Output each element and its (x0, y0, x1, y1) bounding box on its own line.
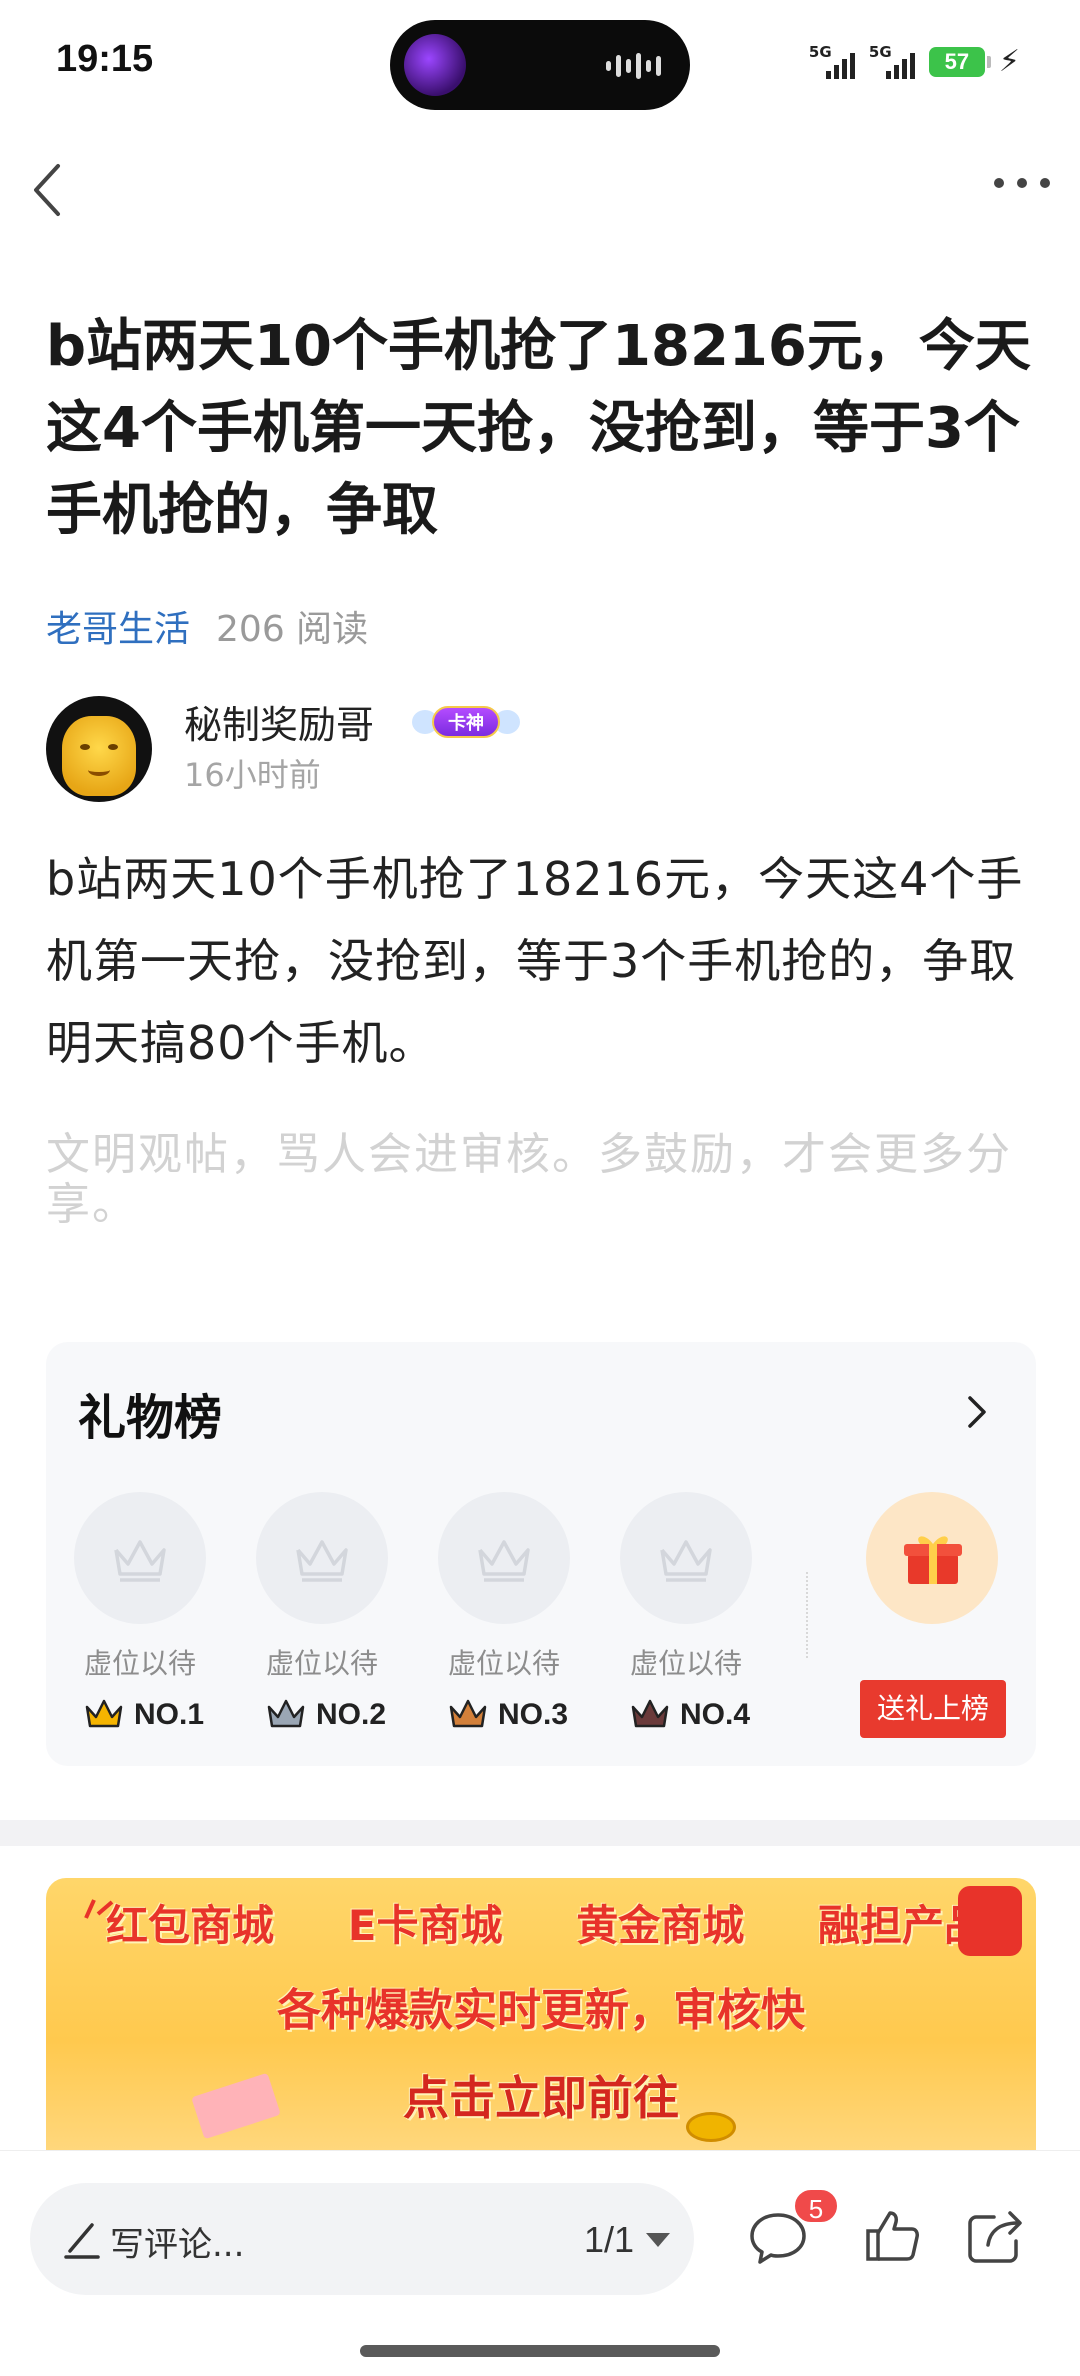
article-meta: 老哥生活 206 阅读 (46, 600, 368, 652)
gift-box-icon (904, 1536, 962, 1584)
gift-slot[interactable]: 虚位以待 (438, 1492, 570, 1682)
status-time: 19:15 (56, 38, 154, 80)
bottom-action-bar: 写评论... 1/1 5 (0, 2150, 1080, 2376)
banner-cta[interactable]: 点击立即前往 (46, 2062, 1036, 2128)
share-icon[interactable] (964, 2207, 1028, 2267)
civility-notice: 文明观帖，骂人会进审核。多鼓励，才会更多分享。 (46, 1129, 1012, 1230)
status-bar: 19:15 5G 5G 57 ⚡ (0, 0, 1080, 130)
article-title: b站两天10个手机抢了18216元，今天这4个手机第一天抢，没抢到，等于3个手机… (46, 314, 1031, 543)
more-options-icon[interactable] (994, 178, 1050, 198)
comment-input[interactable]: 写评论... 1/1 (30, 2183, 694, 2295)
island-app-icon (404, 34, 466, 96)
silver-crown-icon (267, 1699, 305, 1728)
system-icons: 5G 5G 57 ⚡ (809, 43, 1020, 80)
chevron-right-icon[interactable] (962, 1392, 992, 1432)
gift-slot[interactable]: 虚位以待 (74, 1492, 206, 1682)
mascot-icon (958, 1886, 1022, 1956)
rank-4: NO.4 (630, 1698, 750, 1732)
crown-icon (114, 1540, 166, 1582)
crown-icon (660, 1540, 712, 1582)
rank-2: NO.2 (266, 1698, 386, 1732)
comment-count-badge: 5 (792, 2187, 840, 2225)
gift-board-title: 礼物榜 (78, 1390, 223, 1446)
article-body: b站两天10个手机抢了18216元，今天这4个手机第一天抢，没抢到，等于3个手机… (46, 852, 1024, 1070)
send-gift-button[interactable]: 送礼上榜 (860, 1680, 1006, 1738)
banner-category: E卡商城 (347, 1901, 503, 1950)
charging-icon: ⚡ (998, 44, 1020, 79)
gold-crown-icon (85, 1699, 123, 1728)
chevron-down-icon (646, 2233, 670, 2247)
gift-slot[interactable]: 虚位以待 (620, 1492, 752, 1682)
crown-icon (478, 1540, 530, 1582)
read-count: 206 阅读 (216, 609, 369, 650)
home-indicator[interactable] (360, 2345, 720, 2357)
rank-label: NO.2 (316, 1698, 387, 1731)
slot-label: 虚位以待 (447, 1647, 560, 1680)
dynamic-island[interactable] (390, 20, 690, 110)
page-indicator: 1/1 (583, 2219, 634, 2260)
battery-icon: 57 (928, 46, 991, 77)
banner-category: 黄金商城 (576, 1901, 745, 1950)
pen-icon (64, 2223, 100, 2259)
audio-wave-icon (606, 52, 662, 80)
post-time: 16小时前 (184, 756, 321, 794)
section-separator (0, 1820, 1080, 1846)
slot-label: 虚位以待 (83, 1647, 196, 1680)
signal-icon: 5G (869, 43, 915, 79)
badge-label: 卡神 (432, 706, 500, 738)
banner-subtitle: 各种爆款实时更新，审核快 (277, 1985, 805, 2036)
author-badge: 卡神 (412, 696, 520, 746)
gift-board: 礼物榜 虚位以待 虚位以待 虚位以待 虚位以待 NO.1 NO.2 NO.3 N… (46, 1342, 1036, 1766)
coin-icon (686, 2112, 736, 2142)
slot-label: 虚位以待 (265, 1647, 378, 1680)
rank-label: NO.3 (498, 1698, 569, 1731)
rank-1: NO.1 (84, 1698, 204, 1732)
rank-label: NO.4 (680, 1698, 751, 1731)
banner-category: 红包商城 (106, 1901, 275, 1950)
page-selector[interactable]: 1/1 (584, 2219, 670, 2261)
crown-icon (296, 1540, 348, 1582)
slot-divider (806, 1572, 808, 1658)
slot-label: 虚位以待 (629, 1647, 742, 1680)
author-name[interactable]: 秘制奖励哥 (184, 694, 374, 749)
bronze-crown-icon (449, 1699, 487, 1728)
back-arrow-icon[interactable] (28, 160, 68, 220)
banner-categories: 红包商城 E卡商城 黄金商城 融担产品 (106, 1892, 986, 1953)
rank-label: NO.1 (134, 1698, 205, 1731)
gift-button[interactable] (866, 1492, 998, 1624)
gift-slot[interactable]: 虚位以待 (256, 1492, 388, 1682)
comment-placeholder: 写评论... (110, 2225, 245, 2265)
dark-crown-icon (631, 1699, 669, 1728)
thumbs-up-icon[interactable] (864, 2207, 922, 2265)
rank-3: NO.3 (448, 1698, 568, 1732)
promo-banner[interactable]: 红包商城 E卡商城 黄金商城 融担产品 各种爆款实时更新，审核快 点击立即前往 (46, 1878, 1036, 2150)
signal-icon: 5G (809, 43, 855, 79)
channel-link[interactable]: 老哥生活 (46, 609, 190, 650)
author-avatar[interactable] (46, 696, 152, 802)
